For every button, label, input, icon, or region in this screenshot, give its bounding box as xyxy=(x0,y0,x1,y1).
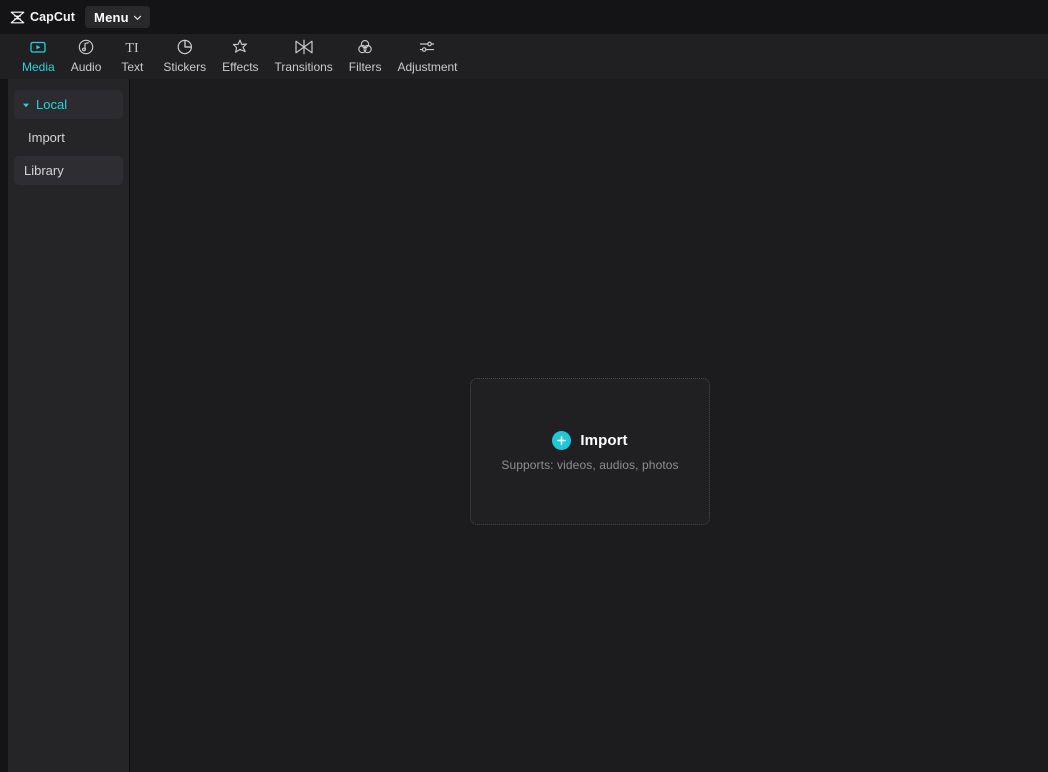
text-icon: TI xyxy=(122,37,142,57)
primary-tab-strip: Media Audio TI Text Stickers Effects Tra… xyxy=(0,34,1048,79)
plus-icon xyxy=(552,431,572,450)
tab-effects-label: Effects xyxy=(222,60,259,74)
sidebar-item-library-label: Library xyxy=(24,163,64,178)
sidebar-item-import-label: Import xyxy=(28,130,65,145)
chevron-down-icon xyxy=(133,15,141,20)
media-icon xyxy=(28,37,48,57)
tab-media[interactable]: Media xyxy=(14,34,63,79)
effects-icon xyxy=(230,37,250,57)
app-brand-name: CapCut xyxy=(30,10,76,24)
import-action-row: Import xyxy=(552,431,628,450)
tab-effects[interactable]: Effects xyxy=(214,34,266,79)
transitions-icon xyxy=(293,37,315,57)
left-rail xyxy=(0,79,8,772)
tab-text-label: Text xyxy=(121,60,144,74)
sidebar-item-import[interactable]: Import xyxy=(14,123,123,152)
import-subtitle: Supports: videos, audios, photos xyxy=(501,458,679,472)
capcut-window: CapCut Menu Media Audio TI Text Stickers… xyxy=(0,0,1048,772)
sidebar-item-local[interactable]: Local xyxy=(14,90,123,119)
tab-filters-label: Filters xyxy=(348,60,382,74)
tab-media-label: Media xyxy=(22,60,55,74)
tab-stickers[interactable]: Stickers xyxy=(155,34,214,79)
capcut-logo-icon xyxy=(10,11,25,23)
media-canvas: Import Supports: videos, audios, photos xyxy=(130,79,1048,772)
filters-icon xyxy=(355,37,375,57)
tab-adjustment[interactable]: Adjustment xyxy=(389,34,465,79)
tab-transitions[interactable]: Transitions xyxy=(267,34,341,79)
title-bar: CapCut Menu xyxy=(0,0,1048,34)
tab-transitions-label: Transitions xyxy=(274,60,333,74)
tab-audio-label: Audio xyxy=(70,60,102,74)
tab-adjustment-label: Adjustment xyxy=(397,60,458,74)
svg-text:TI: TI xyxy=(126,41,140,56)
tab-filters[interactable]: Filters xyxy=(341,34,390,79)
app-brand: CapCut xyxy=(10,10,75,24)
media-sidebar: Local Import Library xyxy=(8,79,130,772)
tab-audio[interactable]: Audio xyxy=(63,34,110,79)
import-title: Import xyxy=(580,432,628,449)
menu-button-label: Menu xyxy=(94,9,129,25)
import-dropzone[interactable]: Import Supports: videos, audios, photos xyxy=(470,378,710,525)
stickers-icon xyxy=(175,37,195,57)
tab-text[interactable]: TI Text xyxy=(109,34,155,79)
menu-button[interactable]: Menu xyxy=(85,6,150,28)
workspace: Local Import Library Import Supports: vi… xyxy=(0,79,1048,772)
tab-stickers-label: Stickers xyxy=(163,60,207,74)
sidebar-item-local-label: Local xyxy=(36,97,68,112)
adjustment-icon xyxy=(417,37,437,57)
sidebar-item-library[interactable]: Library xyxy=(14,156,123,185)
audio-icon xyxy=(76,37,96,57)
caret-down-icon xyxy=(23,103,29,107)
